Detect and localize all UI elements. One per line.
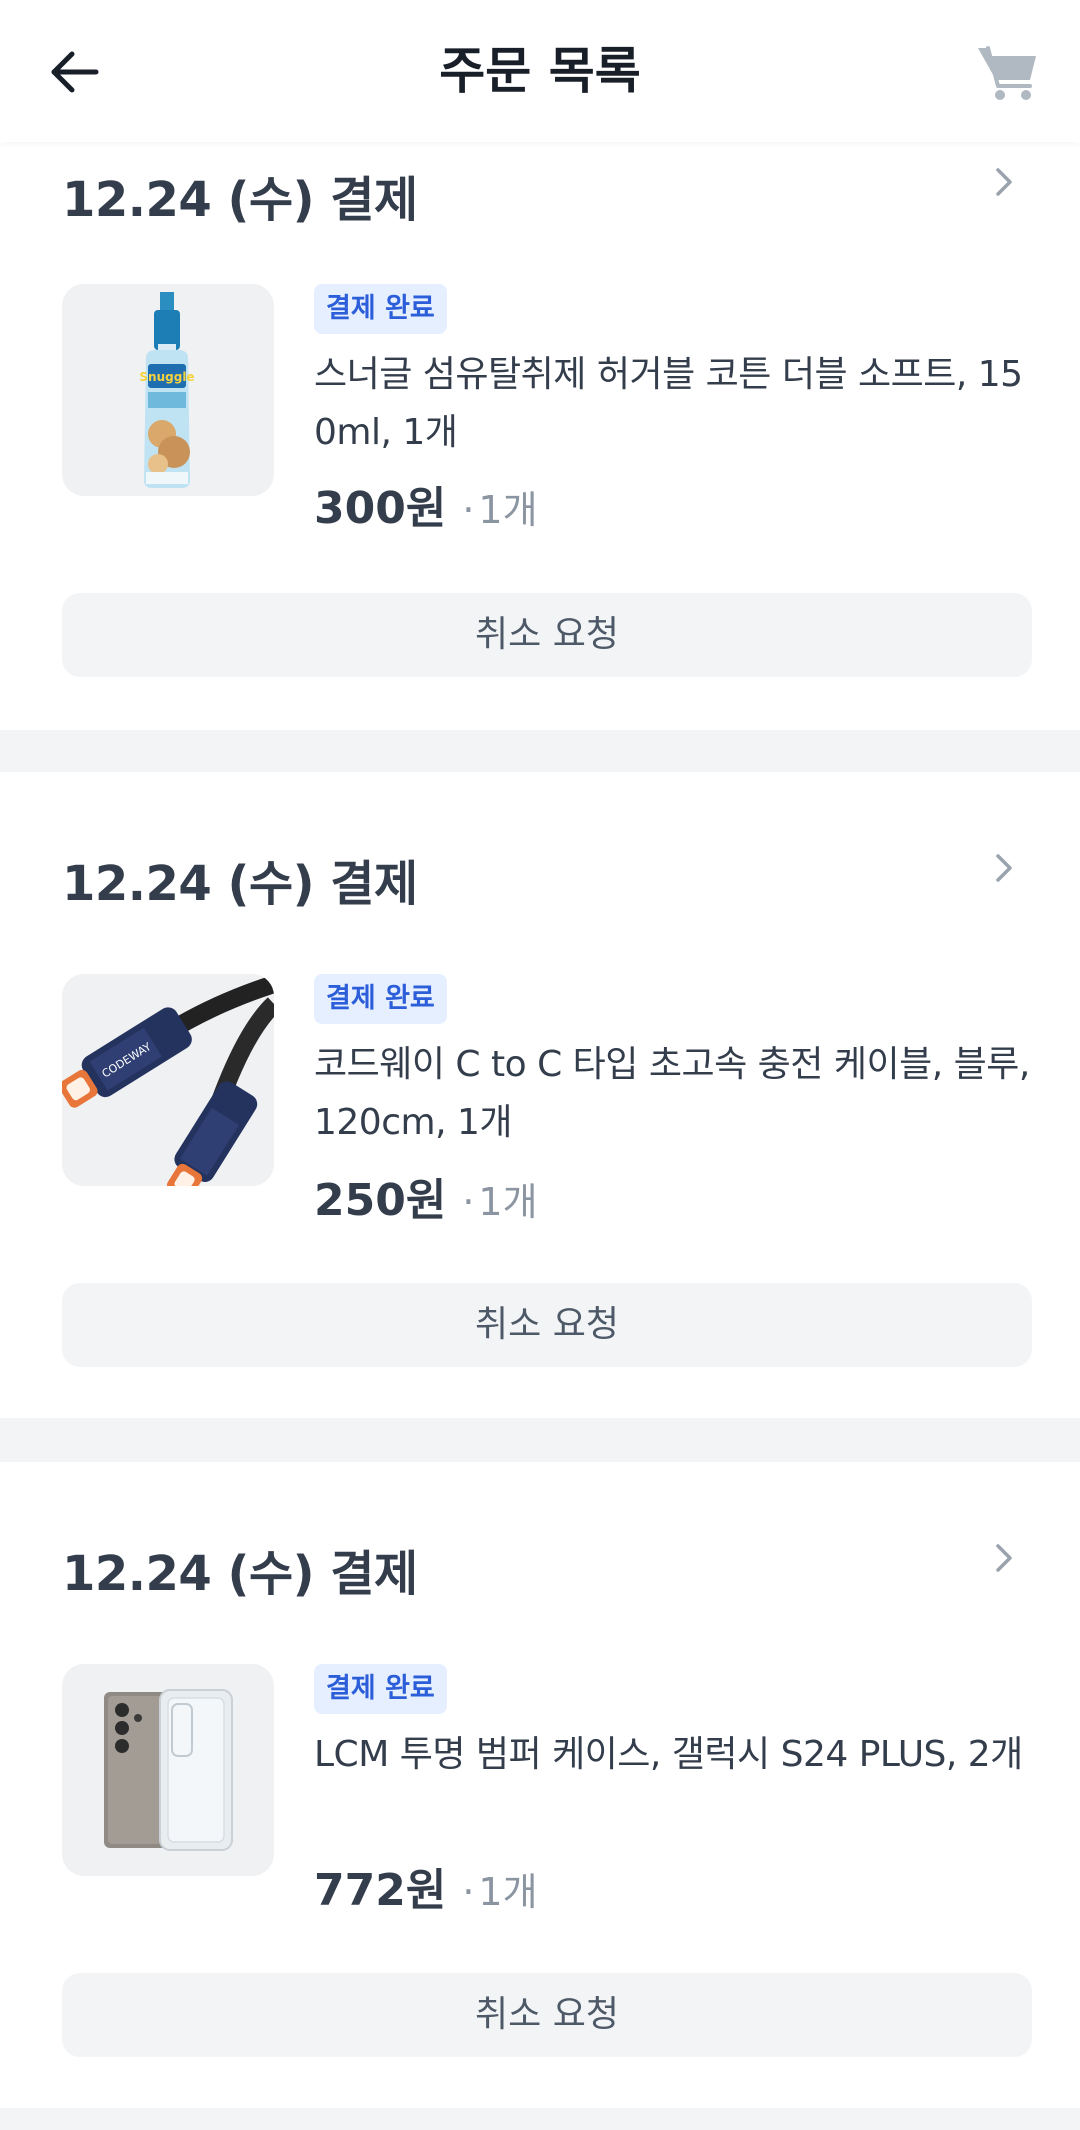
product-name[interactable]: 스너글 섬유탈취제 허거블 코튼 더블 소프트, 150ml, 1개 xyxy=(314,346,1034,462)
order-list[interactable]: 12.24 (수) 결제 Snuggle 결제 완료 스너글 섬유탈취제 허거블… xyxy=(0,0,1080,2130)
order-card: 12.24 (수) 결제 CODEWAY 결제 완료 코드웨이 C to C 타… xyxy=(0,772,1080,1418)
product-price: 300원 xyxy=(314,483,447,534)
page-title: 주문 목록 xyxy=(439,42,641,100)
cancel-request-button[interactable]: 취소 요청 xyxy=(62,593,1032,677)
status-badge: 결제 완료 xyxy=(314,974,447,1024)
order-card: 12.24 (수) 결제 Snuggle 결제 완료 스너글 섬유탈취제 허거블… xyxy=(0,80,1080,730)
chevron-right-icon[interactable] xyxy=(988,1538,1020,1578)
product-quantity: 1개 xyxy=(478,488,538,532)
order-date: 12.24 (수) 결제 xyxy=(62,856,418,912)
cancel-request-button[interactable]: 취소 요청 xyxy=(62,1283,1032,1367)
separator-dot: · xyxy=(462,488,475,532)
order-card: 12.24 (수) 결제 결제 완료 LCM 투명 범퍼 케이스, 갤럭시 S2… xyxy=(0,1462,1080,2108)
price-row: 250원 · 1개 xyxy=(314,1164,538,1226)
product-thumbnail[interactable]: Snuggle xyxy=(62,284,274,496)
chevron-right-icon[interactable] xyxy=(988,162,1020,202)
product-quantity: 1개 xyxy=(478,1870,538,1914)
cancel-request-button[interactable]: 취소 요청 xyxy=(62,1973,1032,2057)
product-name[interactable]: 코드웨이 C to C 타입 초고속 충전 케이블, 블루, 120cm, 1개 xyxy=(314,1036,1034,1152)
price-row: 772원 · 1개 xyxy=(314,1854,538,1916)
order-date: 12.24 (수) 결제 xyxy=(62,172,418,228)
product-quantity: 1개 xyxy=(478,1180,538,1224)
price-row: 300원 · 1개 xyxy=(314,472,538,534)
usb-c-cable-image: CODEWAY xyxy=(62,975,274,1186)
order-date: 12.24 (수) 결제 xyxy=(62,1546,418,1602)
product-price: 772원 xyxy=(314,1865,447,1916)
product-name[interactable]: LCM 투명 범퍼 케이스, 갤럭시 S24 PLUS, 2개 xyxy=(314,1726,1034,1784)
separator-dot: · xyxy=(462,1180,475,1224)
product-thumbnail[interactable] xyxy=(62,1664,274,1876)
svg-text:Snuggle: Snuggle xyxy=(139,370,194,384)
app-bar: 주문 목록 xyxy=(0,0,1080,142)
product-price: 250원 xyxy=(314,1175,447,1226)
cart-icon xyxy=(978,46,1036,100)
separator-dot: · xyxy=(462,1870,475,1914)
status-badge: 결제 완료 xyxy=(314,284,447,334)
fabric-spray-bottle-image: Snuggle xyxy=(139,292,195,488)
phone-case-image xyxy=(104,1689,233,1851)
status-badge: 결제 완료 xyxy=(314,1664,447,1714)
chevron-right-icon[interactable] xyxy=(988,848,1020,888)
cart-button[interactable] xyxy=(970,36,1046,108)
product-thumbnail[interactable]: CODEWAY xyxy=(62,974,274,1186)
